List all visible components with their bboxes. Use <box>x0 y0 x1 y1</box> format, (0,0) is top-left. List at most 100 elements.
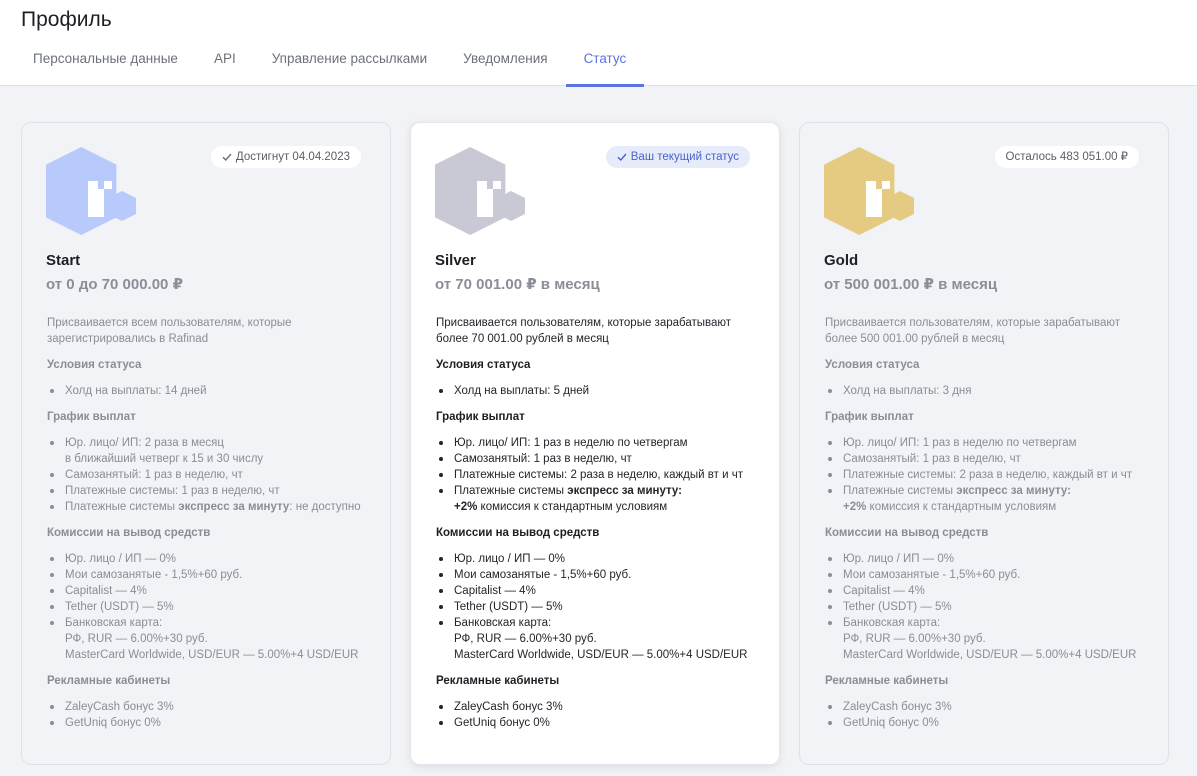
list-item-line: MasterCard Worldwide, USD/EUR — 5.00%+4 … <box>65 649 359 661</box>
list-item-line: Платежные системы экспресс за минуту: <box>454 483 755 499</box>
tier-name: Gold <box>824 252 859 269</box>
schedule-title: График выплат <box>47 411 136 423</box>
tab-mailing-management[interactable]: Управление рассылками <box>254 44 445 86</box>
tier-name: Silver <box>435 252 476 269</box>
list-item-line: РФ, RUR — 6.00%+30 руб. <box>843 633 986 645</box>
express-highlight: экспресс за минуту <box>178 501 290 513</box>
tier-details: Присваивается всем пользователям, которы… <box>46 315 366 731</box>
tier-description: Присваивается пользователям, которые зар… <box>825 317 1121 345</box>
list-item: Tether (USDT) — 5% <box>436 599 755 615</box>
list-item-text: комиссия к стандартным условиям <box>866 501 1057 513</box>
status-badge: Ваш текущий статус <box>605 146 750 168</box>
list-item-line: +2% комиссия к стандартным условиям <box>454 499 755 515</box>
list-item: Юр. лицо / ИП — 0% <box>825 551 1144 567</box>
list-item: Capitalist — 4% <box>825 583 1144 599</box>
status-card-gold: Осталось 483 051.00 ₽ Gold от 500 001.00… <box>799 122 1169 765</box>
list-item-line: MasterCard Worldwide, USD/EUR — 5.00%+4 … <box>843 649 1137 661</box>
list-item: GetUniq бонус 0% <box>436 715 755 731</box>
ads-title: Рекламные кабинеты <box>47 675 171 687</box>
express-highlight: экспресс за минуту: <box>567 485 683 497</box>
tier-range: от 70 001.00 ₽ в месяц <box>435 276 600 293</box>
list-item: Банковская карта: РФ, RUR — 6.00%+30 руб… <box>825 615 1144 663</box>
list-item: Самозанятый: 1 раз в неделю, чт <box>825 451 1144 467</box>
list-item: Платежные системы экспресс за минуту: не… <box>47 499 366 515</box>
silver-tier-logo <box>435 147 525 235</box>
list-item-line: Банковская карта: <box>454 617 552 629</box>
list-item: GetUniq бонус 0% <box>825 715 1144 731</box>
list-item: Мои самозанятые - 1,5%+60 руб. <box>825 567 1144 583</box>
list-item: Мои самозанятые - 1,5%+60 руб. <box>436 567 755 583</box>
express-highlight: экспресс за минуту: <box>956 485 1072 497</box>
status-badge-text: Осталось 483 051.00 ₽ <box>1005 151 1128 163</box>
list-item: Самозанятый: 1 раз в неделю, чт <box>47 467 366 483</box>
list-item: Платежные системы экспресс за минуту: +2… <box>825 483 1144 515</box>
tier-name: Start <box>46 252 81 269</box>
conditions-list: Холд на выплаты: 5 дней <box>436 383 755 399</box>
list-item-text: : не доступно <box>289 501 361 513</box>
fee-highlight: +2% <box>454 501 478 513</box>
tier-range: от 0 до 70 000.00 ₽ <box>46 276 183 293</box>
list-item: Платежные системы экспресс за минуту: +2… <box>436 483 755 515</box>
list-item-text: комиссия к стандартным условиям <box>477 501 668 513</box>
status-card-silver: Ваш текущий статус Silver от 70 001.00 ₽… <box>410 122 780 765</box>
list-item: GetUniq бонус 0% <box>47 715 366 731</box>
list-item: Самозанятый: 1 раз в неделю, чт <box>436 451 755 467</box>
fees-list: Юр. лицо / ИП — 0% Мои самозанятые - 1,5… <box>436 551 755 663</box>
conditions-list: Холд на выплаты: 3 дня <box>825 383 1144 399</box>
fees-title: Комиссии на вывод средств <box>825 527 989 539</box>
schedule-title: График выплат <box>825 411 914 423</box>
list-item: ZaleyCash бонус 3% <box>825 699 1144 715</box>
tab-notifications[interactable]: Уведомления <box>445 44 565 86</box>
list-item: Холд на выплаты: 3 дня <box>825 383 1144 399</box>
schedule-title: График выплат <box>436 411 525 423</box>
list-item: ZaleyCash бонус 3% <box>47 699 366 715</box>
list-item: Юр. лицо/ ИП: 1 раз в неделю по четверга… <box>825 435 1144 451</box>
check-icon <box>617 153 627 162</box>
list-item-line: Юр. лицо/ ИП: 2 раза в месяц <box>65 437 224 449</box>
list-item: Юр. лицо / ИП — 0% <box>47 551 366 567</box>
tier-details: Присваивается пользователям, которые зар… <box>435 315 755 731</box>
tier-description: Присваивается всем пользователям, которы… <box>47 317 292 345</box>
list-item-text: Платежные системы <box>454 485 568 497</box>
schedule-list: Юр. лицо/ ИП: 1 раз в неделю по четверга… <box>436 435 755 515</box>
schedule-list: Юр. лицо/ ИП: 1 раз в неделю по четверга… <box>825 435 1144 515</box>
gold-tier-logo <box>824 147 914 235</box>
tier-details: Присваивается пользователям, которые зар… <box>824 315 1144 731</box>
status-cards: Достигнут 04.04.2023 Start от 0 до 70 00… <box>21 122 1169 765</box>
list-item-line: +2% комиссия к стандартным условиям <box>843 499 1144 515</box>
conditions-title: Условия статуса <box>436 359 531 371</box>
tab-personal-data[interactable]: Персональные данные <box>15 44 196 86</box>
list-item: Платежные системы: 2 раза в неделю, кажд… <box>825 467 1144 483</box>
status-badge-text: Достигнут 04.04.2023 <box>235 151 350 163</box>
list-item-text: Платежные системы <box>65 501 179 513</box>
ads-title: Рекламные кабинеты <box>825 675 949 687</box>
conditions-title: Условия статуса <box>47 359 142 371</box>
list-item: Tether (USDT) — 5% <box>47 599 366 615</box>
list-item: Банковская карта: РФ, RUR — 6.00%+30 руб… <box>47 615 366 663</box>
list-item: Юр. лицо/ ИП: 1 раз в неделю по четверга… <box>436 435 755 451</box>
tab-status[interactable]: Статус <box>565 44 645 87</box>
fees-title: Комиссии на вывод средств <box>47 527 211 539</box>
status-card-start: Достигнут 04.04.2023 Start от 0 до 70 00… <box>21 122 391 765</box>
list-item-text: Платежные системы <box>843 485 957 497</box>
list-item-line: РФ, RUR — 6.00%+30 руб. <box>65 633 208 645</box>
ads-list: ZaleyCash бонус 3% GetUniq бонус 0% <box>825 699 1144 731</box>
conditions-title: Условия статуса <box>825 359 920 371</box>
list-item: Capitalist — 4% <box>436 583 755 599</box>
tier-range: от 500 001.00 ₽ в месяц <box>824 276 998 293</box>
fees-title: Комиссии на вывод средств <box>436 527 600 539</box>
list-item: Юр. лицо/ ИП: 2 раза в месяц в ближайший… <box>47 435 366 467</box>
list-item: Холд на выплаты: 14 дней <box>47 383 366 399</box>
status-badge-text: Ваш текущий статус <box>630 151 739 163</box>
schedule-list: Юр. лицо/ ИП: 2 раза в месяц в ближайший… <box>47 435 366 515</box>
tier-description: Присваивается пользователям, которые зар… <box>436 317 732 345</box>
ads-list: ZaleyCash бонус 3% GetUniq бонус 0% <box>47 699 366 731</box>
start-tier-logo <box>46 147 136 235</box>
list-item: Платежные системы: 1 раз в неделю, чт <box>47 483 366 499</box>
list-item: Capitalist — 4% <box>47 583 366 599</box>
fee-highlight: +2% <box>843 501 867 513</box>
conditions-list: Холд на выплаты: 14 дней <box>47 383 366 399</box>
list-item-line: MasterCard Worldwide, USD/EUR — 5.00%+4 … <box>454 649 748 661</box>
list-item: ZaleyCash бонус 3% <box>436 699 755 715</box>
tab-api[interactable]: API <box>196 44 254 86</box>
